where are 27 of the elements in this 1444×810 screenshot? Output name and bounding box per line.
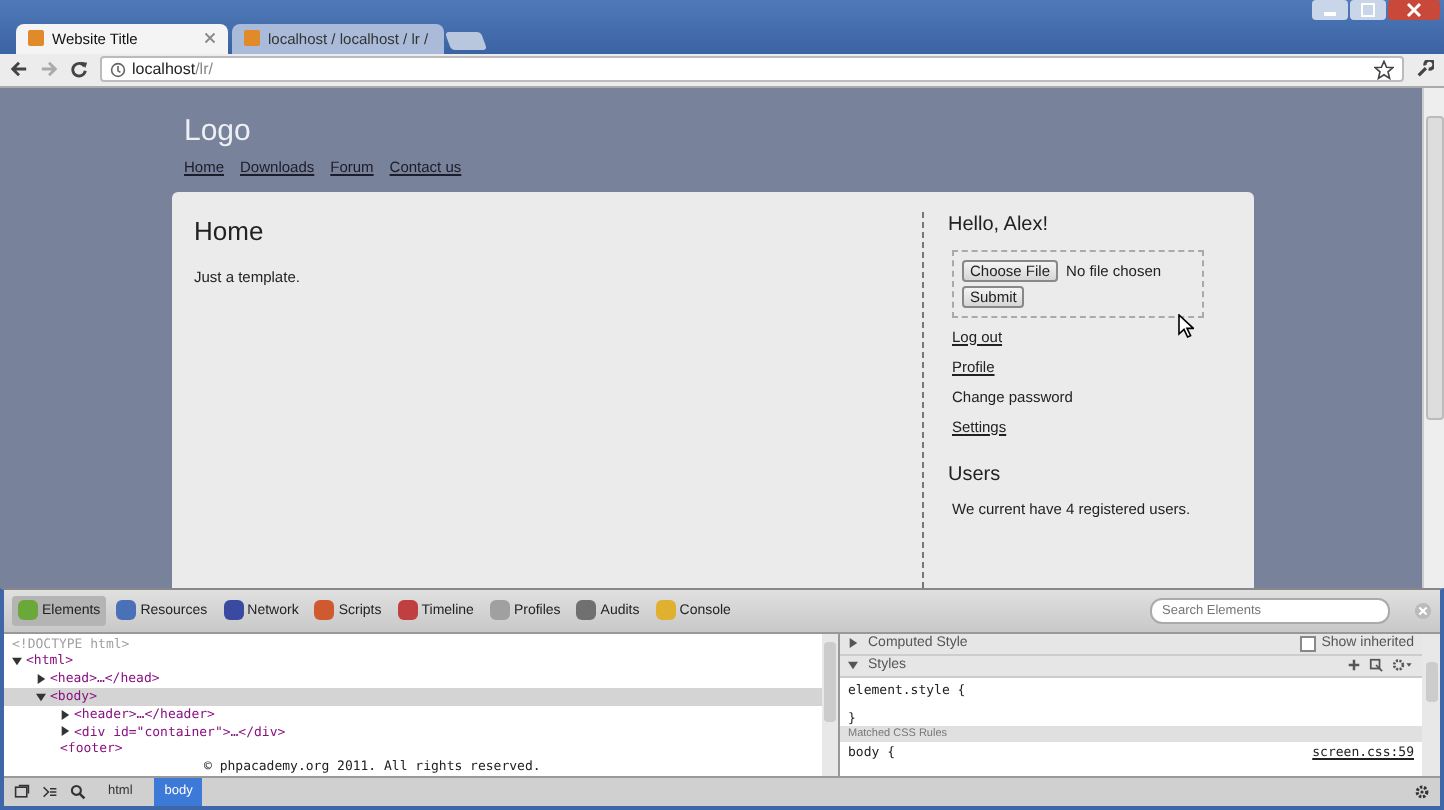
new-tab-button[interactable] [444, 31, 488, 50]
checkbox[interactable] [1299, 635, 1316, 652]
globe-icon [110, 61, 126, 78]
back-arrow-icon[interactable] [10, 60, 28, 79]
plus-icon[interactable] [1346, 658, 1362, 673]
scrollbar[interactable] [1422, 633, 1440, 776]
disclosure-triangle-icon[interactable] [12, 656, 22, 667]
dock-icon[interactable] [14, 783, 30, 800]
scrollbar[interactable] [1422, 87, 1444, 588]
cursor-icon [1178, 313, 1194, 337]
scrollbar[interactable] [822, 633, 838, 776]
close-icon[interactable] [1388, 0, 1440, 20]
settings-icon[interactable] [1414, 783, 1430, 800]
console-icon[interactable] [42, 783, 58, 800]
page-heading: Home [194, 215, 264, 247]
wrench-icon[interactable] [1416, 60, 1434, 79]
page-icon [28, 30, 44, 47]
greeting-heading: Hello, Alex! [948, 211, 1049, 237]
star-icon[interactable] [1374, 59, 1394, 80]
users-heading: Users [948, 461, 1001, 487]
address-bar[interactable]: localhost/lr/ [100, 56, 1404, 83]
close-icon[interactable] [204, 32, 216, 45]
reload-icon[interactable] [70, 60, 88, 79]
gear-icon[interactable] [1390, 658, 1414, 673]
pointer-icon[interactable] [1368, 658, 1384, 673]
search-icon[interactable] [70, 783, 86, 800]
page-icon [244, 30, 260, 47]
